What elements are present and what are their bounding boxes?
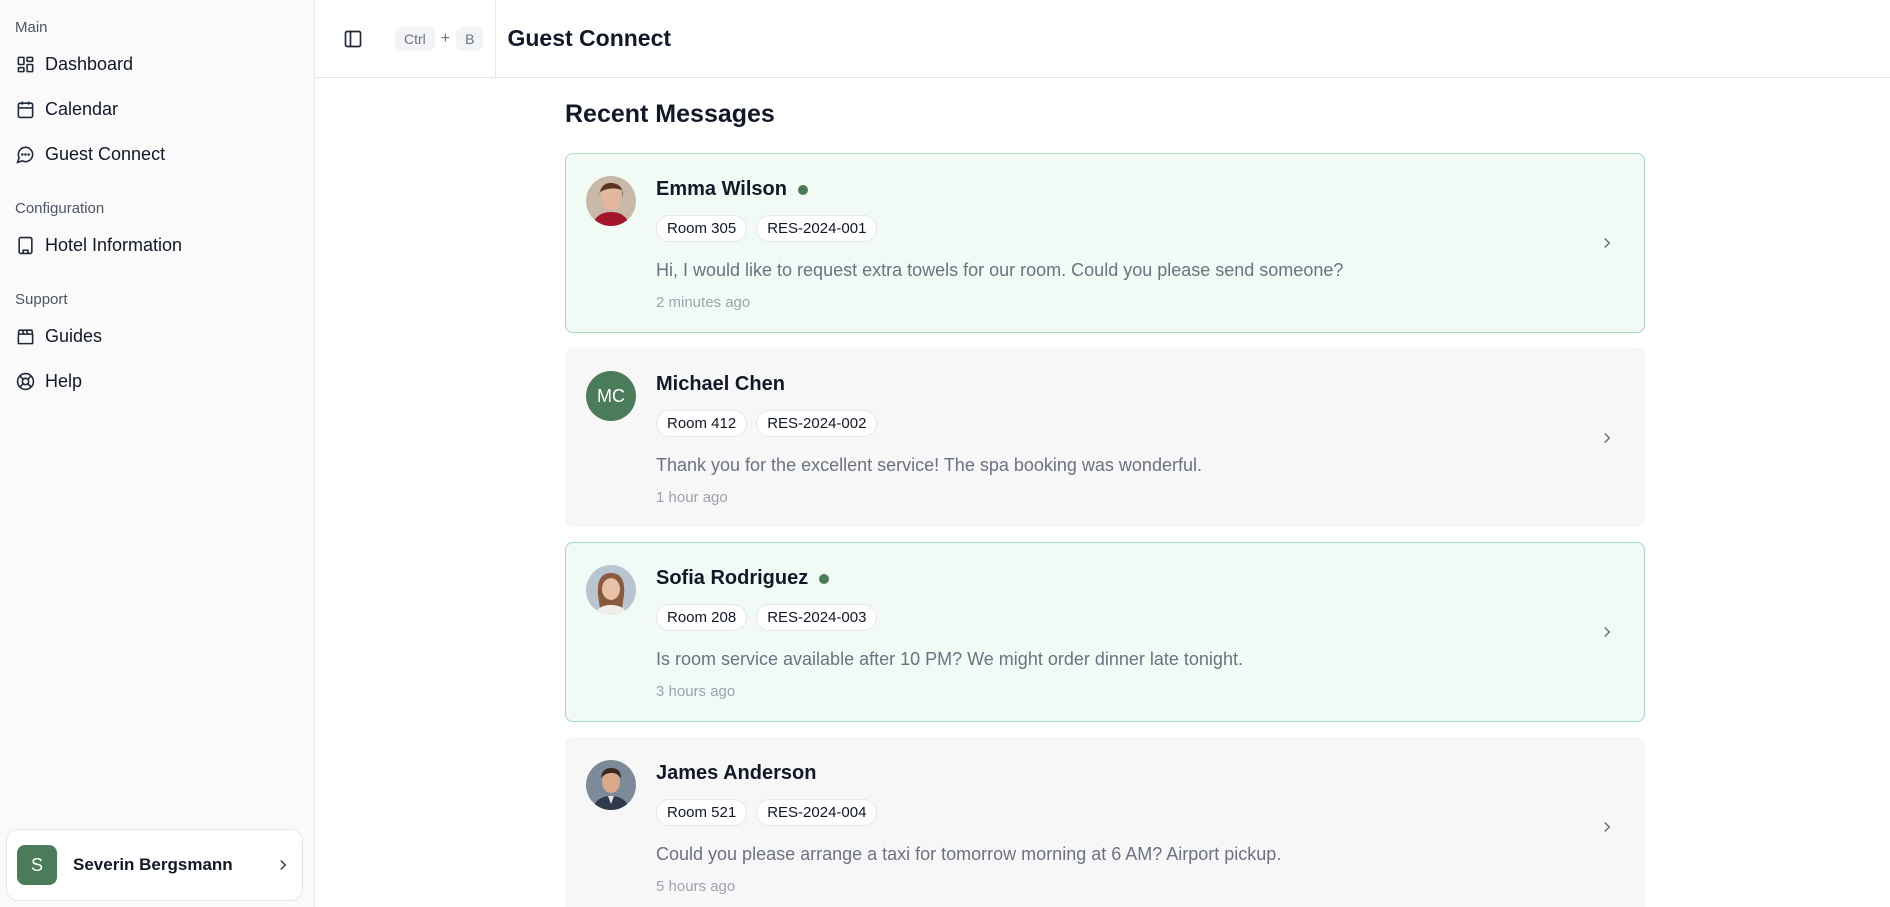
guest-name-text: Emma Wilson <box>656 178 787 200</box>
guest-name: James Anderson <box>656 762 816 785</box>
dashboard-icon <box>15 55 35 75</box>
avatar: MC <box>586 371 636 421</box>
message-tags: Room 412 RES-2024-002 <box>656 410 886 437</box>
user-menu-button[interactable]: S Severin Bergsmann <box>6 829 303 901</box>
message-preview: Thank you for the excellent service! The… <box>656 455 1202 475</box>
message-card[interactable]: James Anderson Room 521 RES-2024-004 Cou… <box>565 737 1645 907</box>
chevron-right-icon <box>1604 821 1611 833</box>
online-status-dot <box>797 184 808 195</box>
message-time: 5 hours ago <box>656 878 736 895</box>
calendar-icon <box>15 100 35 120</box>
message-preview: Is room service available after 10 PM? W… <box>656 649 1243 669</box>
guest-name-text: Michael Chen <box>656 373 785 395</box>
chevron-right-icon <box>280 859 287 871</box>
room-badge: Room 305 <box>656 215 748 242</box>
message-time: 2 minutes ago <box>656 294 751 311</box>
message-card[interactable]: MC Michael Chen Room 412 RES-2024-002 Th… <box>565 348 1645 527</box>
guest-name: Michael Chen <box>656 373 785 396</box>
sidebar-toggle-button[interactable] <box>338 24 368 54</box>
message-time: 1 hour ago <box>656 489 728 506</box>
page-title: Guest Connect <box>507 25 672 51</box>
guest-name-text: James Anderson <box>656 762 817 784</box>
message-circle-icon <box>15 145 35 165</box>
guest-name-text: Sofia Rodriguez <box>656 567 809 589</box>
message-tags: Room 305 RES-2024-001 <box>656 215 886 242</box>
avatar <box>586 760 636 810</box>
reservation-badge: RES-2024-003 <box>756 604 878 631</box>
chevron-right-icon <box>1604 237 1611 249</box>
reservation-badge: RES-2024-002 <box>756 410 878 437</box>
chevron-right-icon <box>1604 626 1611 638</box>
section-label-main: Main <box>15 19 48 36</box>
message-preview: Hi, I would like to request extra towels… <box>656 260 1344 280</box>
sidebar-item-hotel-information[interactable]: Hotel Information <box>0 223 314 268</box>
chevron-right-icon <box>1604 432 1611 444</box>
building-icon <box>15 236 35 256</box>
section-label-configuration: Configuration <box>15 200 105 217</box>
message-card[interactable]: Sofia Rodriguez Room 208 RES-2024-003 Is… <box>565 542 1645 722</box>
topbar: Ctrl + B Guest Connect <box>315 0 1890 78</box>
room-badge: Room 208 <box>656 604 748 631</box>
reservation-badge: RES-2024-001 <box>756 215 878 242</box>
avatar <box>586 176 636 226</box>
online-status-dot <box>819 573 830 584</box>
message-tags: Room 521 RES-2024-004 <box>656 799 886 826</box>
messages-section: Recent Messages Emma Wilson Room 305 RES… <box>565 100 1645 907</box>
section-title: Recent Messages <box>565 100 775 128</box>
room-badge: Room 412 <box>656 410 748 437</box>
sidebar-item-label: Guides <box>45 326 103 346</box>
kbd-plus: + <box>440 29 451 47</box>
user-avatar: S <box>17 845 57 885</box>
clapperboard-icon <box>15 327 35 347</box>
sidebar-item-label: Guest Connect <box>45 144 166 164</box>
sidebar-item-label: Help <box>45 371 83 391</box>
topbar-divider <box>495 0 497 78</box>
reservation-badge: RES-2024-004 <box>756 799 878 826</box>
message-card[interactable]: Emma Wilson Room 305 RES-2024-001 Hi, I … <box>565 153 1645 333</box>
panel-left-icon <box>344 30 362 47</box>
kbd-ctrl: Ctrl <box>395 26 435 51</box>
sidebar-item-label: Dashboard <box>45 54 134 74</box>
room-badge: Room 521 <box>656 799 748 826</box>
lifebuoy-icon <box>15 372 35 392</box>
message-tags: Room 208 RES-2024-003 <box>656 604 886 631</box>
sidebar-item-guest-connect[interactable]: Guest Connect <box>0 132 314 177</box>
guest-name: Sofia Rodriguez <box>656 567 830 590</box>
sidebar-item-label: Hotel Information <box>45 235 183 255</box>
message-preview: Could you please arrange a taxi for tomo… <box>656 844 1282 864</box>
sidebar-item-help[interactable]: Help <box>0 359 314 404</box>
sidebar-item-calendar[interactable]: Calendar <box>0 87 314 132</box>
avatar <box>586 565 636 615</box>
guest-name: Emma Wilson <box>656 178 808 201</box>
sidebar-item-label: Calendar <box>45 99 119 119</box>
main-content: Ctrl + B Guest Connect Recent Messages E… <box>315 0 1890 907</box>
keyboard-shortcut: Ctrl + B <box>395 26 484 51</box>
sidebar-item-guides[interactable]: Guides <box>0 314 314 359</box>
section-label-support: Support <box>15 291 68 308</box>
sidebar: Main Dashboard Calendar Guest Connect Co… <box>0 0 315 907</box>
user-name: Severin Bergsmann <box>73 855 233 874</box>
message-time: 3 hours ago <box>656 683 736 700</box>
kbd-b: B <box>456 26 484 51</box>
sidebar-item-dashboard[interactable]: Dashboard <box>0 42 314 87</box>
